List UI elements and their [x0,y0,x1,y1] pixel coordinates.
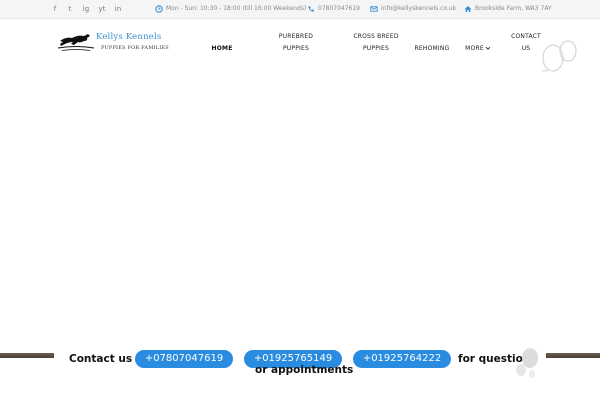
running-dog-logo-icon [58,34,94,51]
topbar-email[interactable]: info@kellyskennels.co.uk [370,4,456,15]
envelope-icon [370,6,378,12]
right-decor-stripe [546,353,600,358]
logo-subtitle: PUPPIES FOR FAMILIES [101,45,169,51]
nav-crossbreed-label-1: CROSS BREED [353,33,399,40]
opening-hours-text: Mon - Sun: 10:30 - 18:00 (till 16:00 Wee… [166,5,307,12]
contact-bar: Contact us +07807047619 +01925765149 +01… [0,342,600,400]
contact-lead-text: Contact us [69,353,133,365]
phone-button-1[interactable]: +07807047619 [135,350,233,368]
instagram-icon[interactable]: ig [81,5,91,13]
left-decor-stripe [0,353,54,358]
nav-purebred-puppies[interactable]: PUREBRED PUPPIES [274,31,318,55]
topbar-email-text[interactable]: info@kellyskennels.co.uk [381,5,456,12]
twitter-icon[interactable]: t [65,5,75,13]
paw-print-watermark-icon [516,348,538,378]
nav-rehoming-label: REHOMING [414,45,450,52]
clock-icon [155,5,163,13]
logo-title: Kellys Kennels [96,32,162,42]
nav-purebred-label-2: PUPPIES [282,45,309,52]
linkedin-icon[interactable]: in [113,5,123,13]
nav-more[interactable]: MORE [464,43,492,55]
opening-hours: Mon - Sun: 10:30 - 18:00 (till 16:00 Wee… [155,4,306,15]
home-icon [464,5,472,13]
top-bar: f t ig yt in Mon - Sun: 10:30 - 18:00 (t… [0,0,600,19]
facebook-icon[interactable]: f [50,5,60,13]
contact-tail-text-2: or appointments [255,364,354,376]
phone-button-3[interactable]: +01925764222 [353,350,451,368]
nav-crossbreed-label-2: PUPPIES [362,45,389,52]
topbar-phone-text[interactable]: 07807047619 [318,5,360,12]
site-header: Kellys Kennels PUPPIES FOR FAMILIES HOME… [0,20,600,79]
phone-icon [308,6,314,12]
site-logo[interactable]: Kellys Kennels PUPPIES FOR FAMILIES [58,32,169,56]
nav-more-label: MORE [465,45,484,52]
chevron-down-icon [485,46,491,50]
nav-home[interactable]: HOME [208,43,236,55]
youtube-icon[interactable]: yt [97,5,107,13]
topbar-phone[interactable]: 07807047619 [307,4,360,15]
nav-cross-breed-puppies[interactable]: CROSS BREED PUPPIES [350,31,402,55]
nav-home-label: HOME [211,45,233,52]
topbar-address-text: Brookside Farm, WA3 7AY [475,5,552,12]
nav-rehoming[interactable]: REHOMING [412,43,452,55]
topbar-address: Brookside Farm, WA3 7AY [464,4,552,15]
main-content [0,72,600,342]
nav-purebred-label-1: PUREBRED [278,33,314,40]
